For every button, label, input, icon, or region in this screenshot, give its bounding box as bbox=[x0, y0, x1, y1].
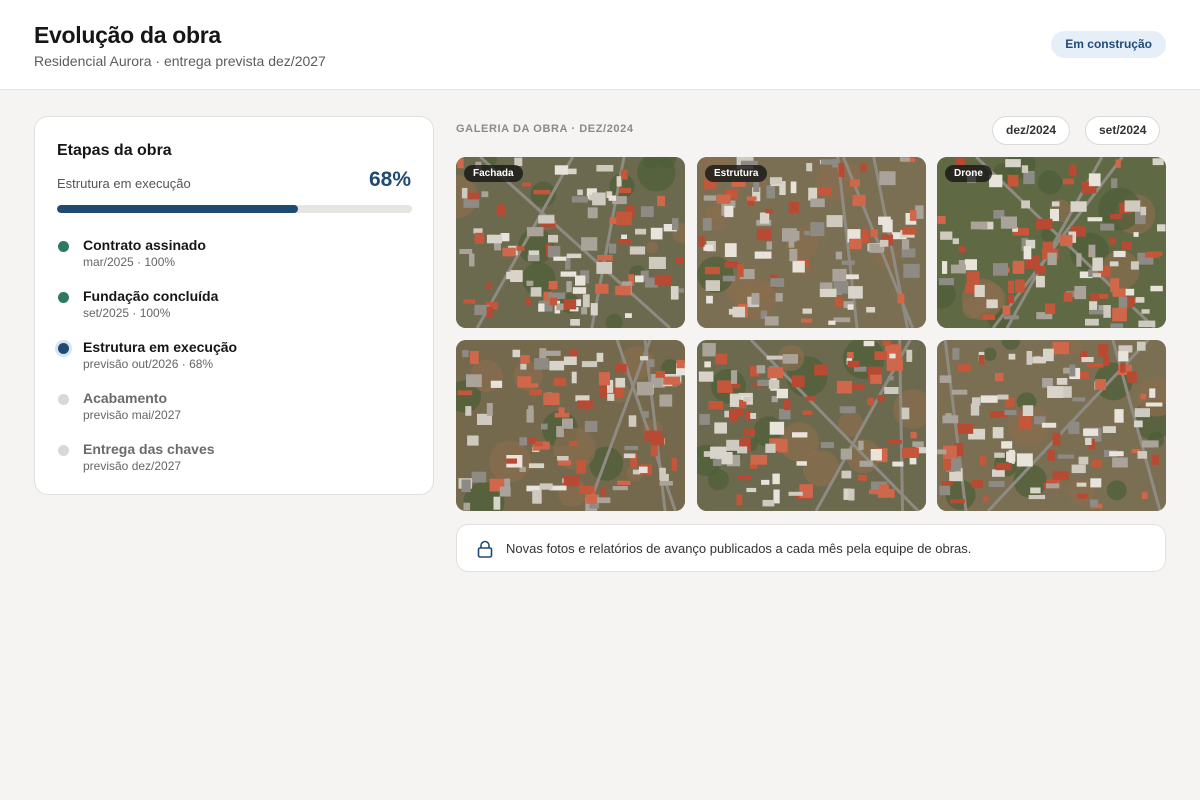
photo-tag: Estrutura bbox=[705, 165, 768, 182]
photo-tag: Drone bbox=[945, 165, 992, 182]
aerial-photo-texture bbox=[456, 340, 685, 511]
stage-item: Fundação concluída set/2025 · 100% bbox=[57, 288, 412, 339]
progress-bar bbox=[57, 205, 412, 213]
gallery-label: GALERIA DA OBRA · DEZ/2024 bbox=[456, 123, 634, 135]
aerial-photo-texture bbox=[456, 157, 685, 328]
stage-name: Acabamento bbox=[83, 390, 168, 406]
month-filter-dez-2024[interactable]: dez/2024 bbox=[992, 116, 1071, 145]
stage-status-dot bbox=[58, 394, 69, 405]
gallery-photo[interactable] bbox=[937, 340, 1166, 511]
stage-meta: mar/2025 · 100% bbox=[83, 255, 176, 269]
stage-status-dot bbox=[58, 445, 69, 456]
stage-status-dot bbox=[58, 292, 69, 303]
photo-tag: Fachada bbox=[464, 165, 523, 182]
stage-meta: set/2025 · 100% bbox=[83, 306, 171, 320]
current-stage-label: Estrutura em execução bbox=[57, 176, 191, 191]
stage-status-dot bbox=[58, 343, 69, 354]
gallery-photo[interactable]: Fachada bbox=[456, 157, 685, 328]
stage-meta: previsão out/2026 · 68% bbox=[83, 357, 214, 371]
stage-name: Estrutura em execução bbox=[83, 339, 238, 355]
aerial-photo-texture bbox=[937, 340, 1166, 511]
aerial-photo-texture bbox=[937, 157, 1166, 328]
stage-item: Contrato assinado mar/2025 · 100% bbox=[57, 237, 412, 288]
gallery-photo[interactable]: Drone bbox=[937, 157, 1166, 328]
progress-percent: 68% bbox=[368, 168, 411, 191]
stage-item: Estrutura em execução previsão out/2026 … bbox=[57, 339, 412, 390]
stage-name: Entrega das chaves bbox=[83, 441, 215, 457]
notice-text: Novas fotos e relatórios de avanço publi… bbox=[506, 541, 972, 556]
aerial-photo-texture bbox=[697, 340, 926, 511]
page-header: Evolução da obra Residencial Aurora · en… bbox=[0, 0, 1200, 90]
gallery-photo[interactable] bbox=[697, 340, 926, 511]
page-subtitle: Residencial Aurora · entrega prevista de… bbox=[34, 53, 326, 69]
page-title: Evolução da obra bbox=[34, 22, 221, 48]
lock-icon bbox=[477, 540, 493, 558]
update-notice: Novas fotos e relatórios de avanço publi… bbox=[456, 524, 1166, 572]
stages-card: Etapas da obra Estrutura em execução 68%… bbox=[34, 116, 434, 495]
stage-name: Fundação concluída bbox=[83, 288, 219, 304]
gallery-photo[interactable] bbox=[456, 340, 685, 511]
stage-name: Contrato assinado bbox=[83, 237, 206, 253]
aerial-photo-texture bbox=[697, 157, 926, 328]
progress-bar-fill bbox=[57, 205, 299, 213]
stages-card-title: Etapas da obra bbox=[57, 142, 172, 159]
stage-meta: previsão mai/2027 bbox=[83, 408, 182, 422]
stage-list: Contrato assinado mar/2025 · 100% Fundaç… bbox=[57, 237, 412, 492]
stage-item: Entrega das chaves previsão dez/2027 bbox=[57, 441, 412, 492]
month-filter-set-2024[interactable]: set/2024 bbox=[1085, 116, 1161, 145]
stage-item: Acabamento previsão mai/2027 bbox=[57, 390, 412, 441]
gallery-photo[interactable]: Estrutura bbox=[697, 157, 926, 328]
status-badge: Em construção bbox=[1051, 31, 1166, 58]
stage-status-dot bbox=[58, 241, 69, 252]
stage-meta: previsão dez/2027 bbox=[83, 459, 182, 473]
